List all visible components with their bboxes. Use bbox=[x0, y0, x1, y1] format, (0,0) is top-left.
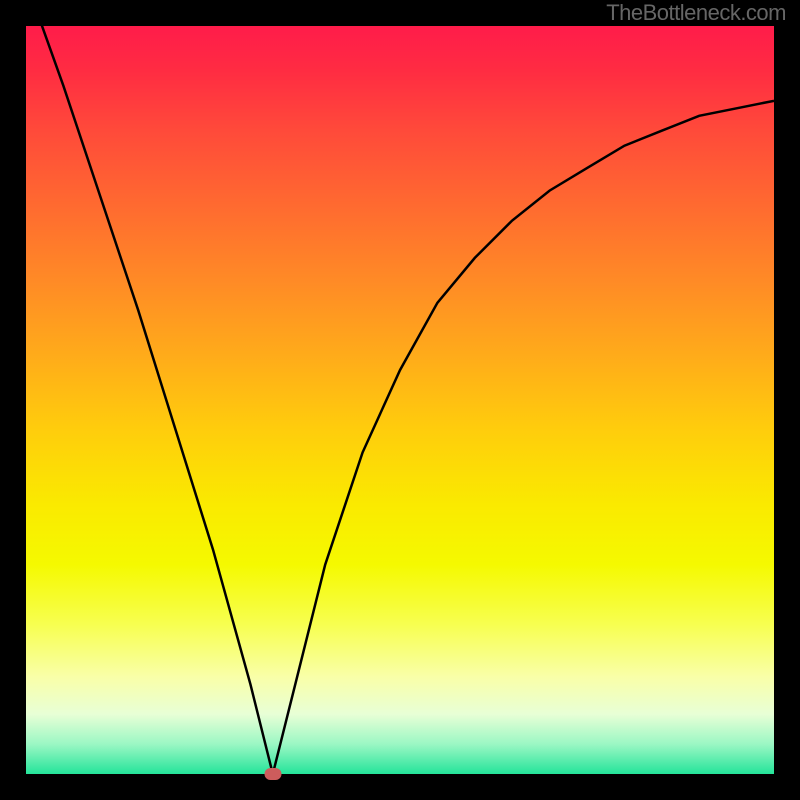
plot-area bbox=[26, 26, 774, 774]
optimum-marker bbox=[264, 768, 281, 780]
watermark-text: TheBottleneck.com bbox=[606, 0, 786, 26]
bottleneck-curve-path bbox=[26, 26, 774, 774]
chart-frame: TheBottleneck.com bbox=[0, 0, 800, 800]
curve-svg bbox=[26, 26, 774, 774]
